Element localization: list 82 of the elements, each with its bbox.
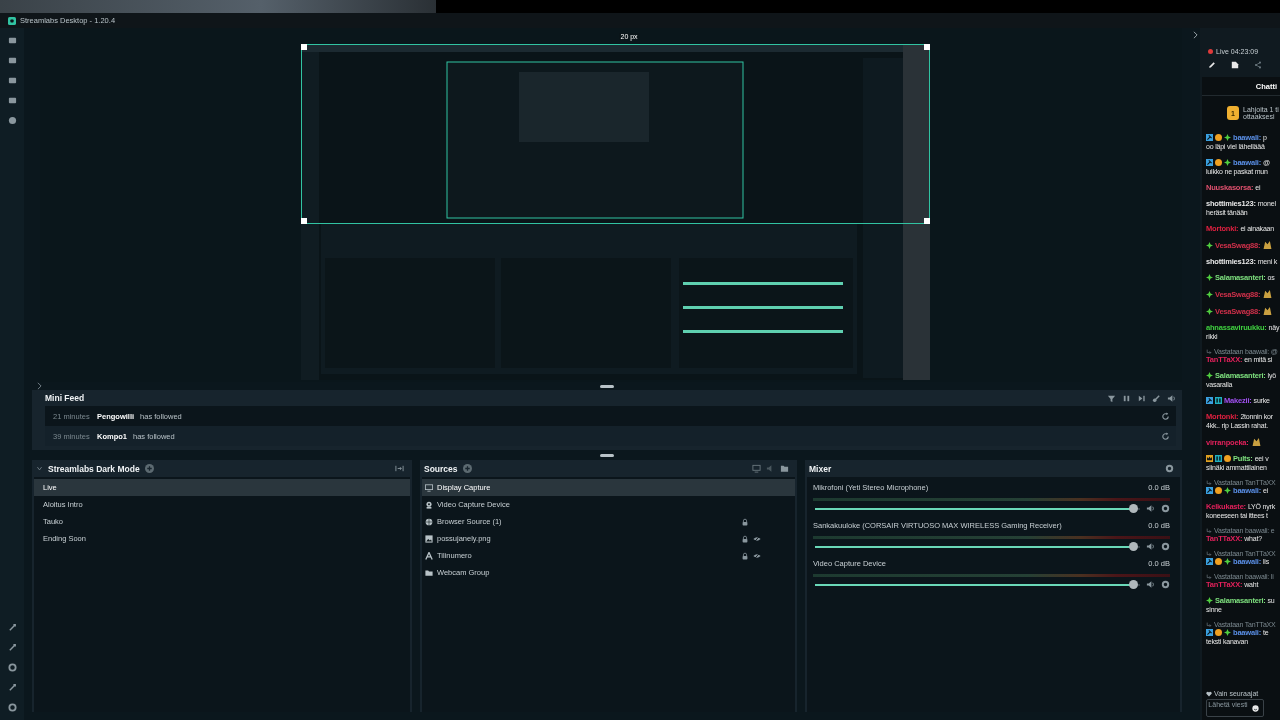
eye-slash-icon[interactable]: [753, 551, 761, 560]
diamond-badge-icon: [1206, 274, 1213, 281]
folder-icon[interactable]: [780, 464, 789, 473]
popout-icon[interactable]: [1231, 61, 1239, 69]
slider-thumb[interactable]: [1128, 579, 1138, 589]
app-logo-icon: [8, 16, 16, 25]
play-icon[interactable]: [7, 116, 17, 125]
emoji-icon[interactable]: [1252, 704, 1259, 712]
reply-icon: [1206, 573, 1212, 580]
chevron-icon[interactable]: [36, 465, 43, 472]
diamond-badge-icon: [1206, 290, 1213, 298]
hammer-badge-icon: [1206, 134, 1213, 141]
hammer-badge-icon: [1206, 159, 1213, 166]
diamond-badge-icon: [1224, 629, 1231, 636]
monitor-icon: [425, 483, 433, 492]
live-dot-icon: [1208, 49, 1213, 54]
slider-thumb[interactable]: [1128, 541, 1138, 551]
diamond-badge-icon: [1224, 159, 1231, 166]
reply-icon: [1206, 550, 1212, 557]
skip-icon[interactable]: [1137, 393, 1146, 403]
lock-icon[interactable]: [741, 517, 749, 526]
coin-badge-icon: [1215, 487, 1222, 494]
diamond-badge-icon: [1224, 487, 1231, 494]
diamond-badge-icon: [1206, 597, 1213, 604]
settings-icon[interactable]: [7, 663, 17, 672]
hammer-badge-icon: [1206, 397, 1213, 404]
volume-icon[interactable]: [1146, 580, 1155, 589]
hammer-badge-icon: [1206, 558, 1213, 565]
volume-icon[interactable]: [1146, 504, 1155, 513]
heart-icon: [1206, 690, 1212, 697]
coin-badge-icon: [1215, 134, 1222, 141]
lock-icon[interactable]: [741, 551, 749, 560]
folder-icon: [425, 568, 433, 577]
resize-handle[interactable]: [600, 454, 614, 457]
hammer-badge-icon: [1206, 487, 1213, 494]
volume-icon[interactable]: [1167, 393, 1176, 403]
diamond-badge-icon: [1206, 372, 1213, 379]
webcam-icon: [425, 500, 433, 509]
panel-title: Mixer: [809, 463, 832, 474]
settings-icon[interactable]: [1161, 504, 1170, 513]
globe-icon: [425, 517, 433, 526]
coin-badge-icon: [1215, 629, 1222, 636]
monitor-icon[interactable]: [752, 464, 761, 473]
settings-icon[interactable]: [1165, 464, 1174, 473]
diamond-badge-icon: [1206, 307, 1213, 315]
share-icon[interactable]: [1254, 61, 1262, 69]
coin-badge-icon: [1224, 455, 1231, 462]
chevron-icon[interactable]: [1192, 31, 1198, 39]
reply-icon: [1206, 621, 1212, 628]
filter-icon[interactable]: [1107, 393, 1116, 403]
diamond-badge-icon: [1206, 241, 1213, 249]
transition-icon[interactable]: [395, 464, 404, 473]
crown-badge-icon: [1206, 455, 1213, 462]
diamond-badge-icon: [1224, 134, 1231, 141]
panel-title: Mini Feed: [45, 393, 85, 403]
diamond-badge-icon: [1224, 558, 1231, 565]
panel-title: Sources: [424, 463, 458, 474]
coin-badge-icon: [1215, 159, 1222, 166]
panel-title: Streamlabs Dark Mode: [48, 463, 140, 474]
settings-icon[interactable]: [7, 703, 17, 712]
image-icon: [425, 534, 433, 543]
reply-icon: [1206, 479, 1212, 486]
resize-handle[interactable]: [600, 385, 614, 388]
text-icon: [425, 551, 433, 560]
eye-slash-icon[interactable]: [753, 534, 761, 543]
pause-icon[interactable]: [1122, 393, 1131, 403]
add-icon[interactable]: [144, 464, 154, 473]
reply-icon: [1206, 348, 1212, 355]
settings-icon[interactable]: [1161, 542, 1170, 551]
add-icon[interactable]: [462, 464, 472, 473]
lock-icon[interactable]: [741, 534, 749, 543]
volume-icon[interactable]: [1146, 542, 1155, 551]
selection-frame[interactable]: [300, 44, 930, 224]
expand-icon[interactable]: [37, 382, 42, 390]
bits-badge-icon: [1215, 397, 1222, 404]
hammer-badge-icon: [1206, 629, 1213, 636]
bits-badge-icon: [1215, 455, 1222, 462]
settings-icon[interactable]: [1161, 580, 1170, 589]
coin-badge-icon: [1215, 558, 1222, 565]
reply-icon: [1206, 527, 1212, 534]
clear-icon[interactable]: [1152, 393, 1161, 403]
slider-thumb[interactable]: [1128, 503, 1138, 513]
